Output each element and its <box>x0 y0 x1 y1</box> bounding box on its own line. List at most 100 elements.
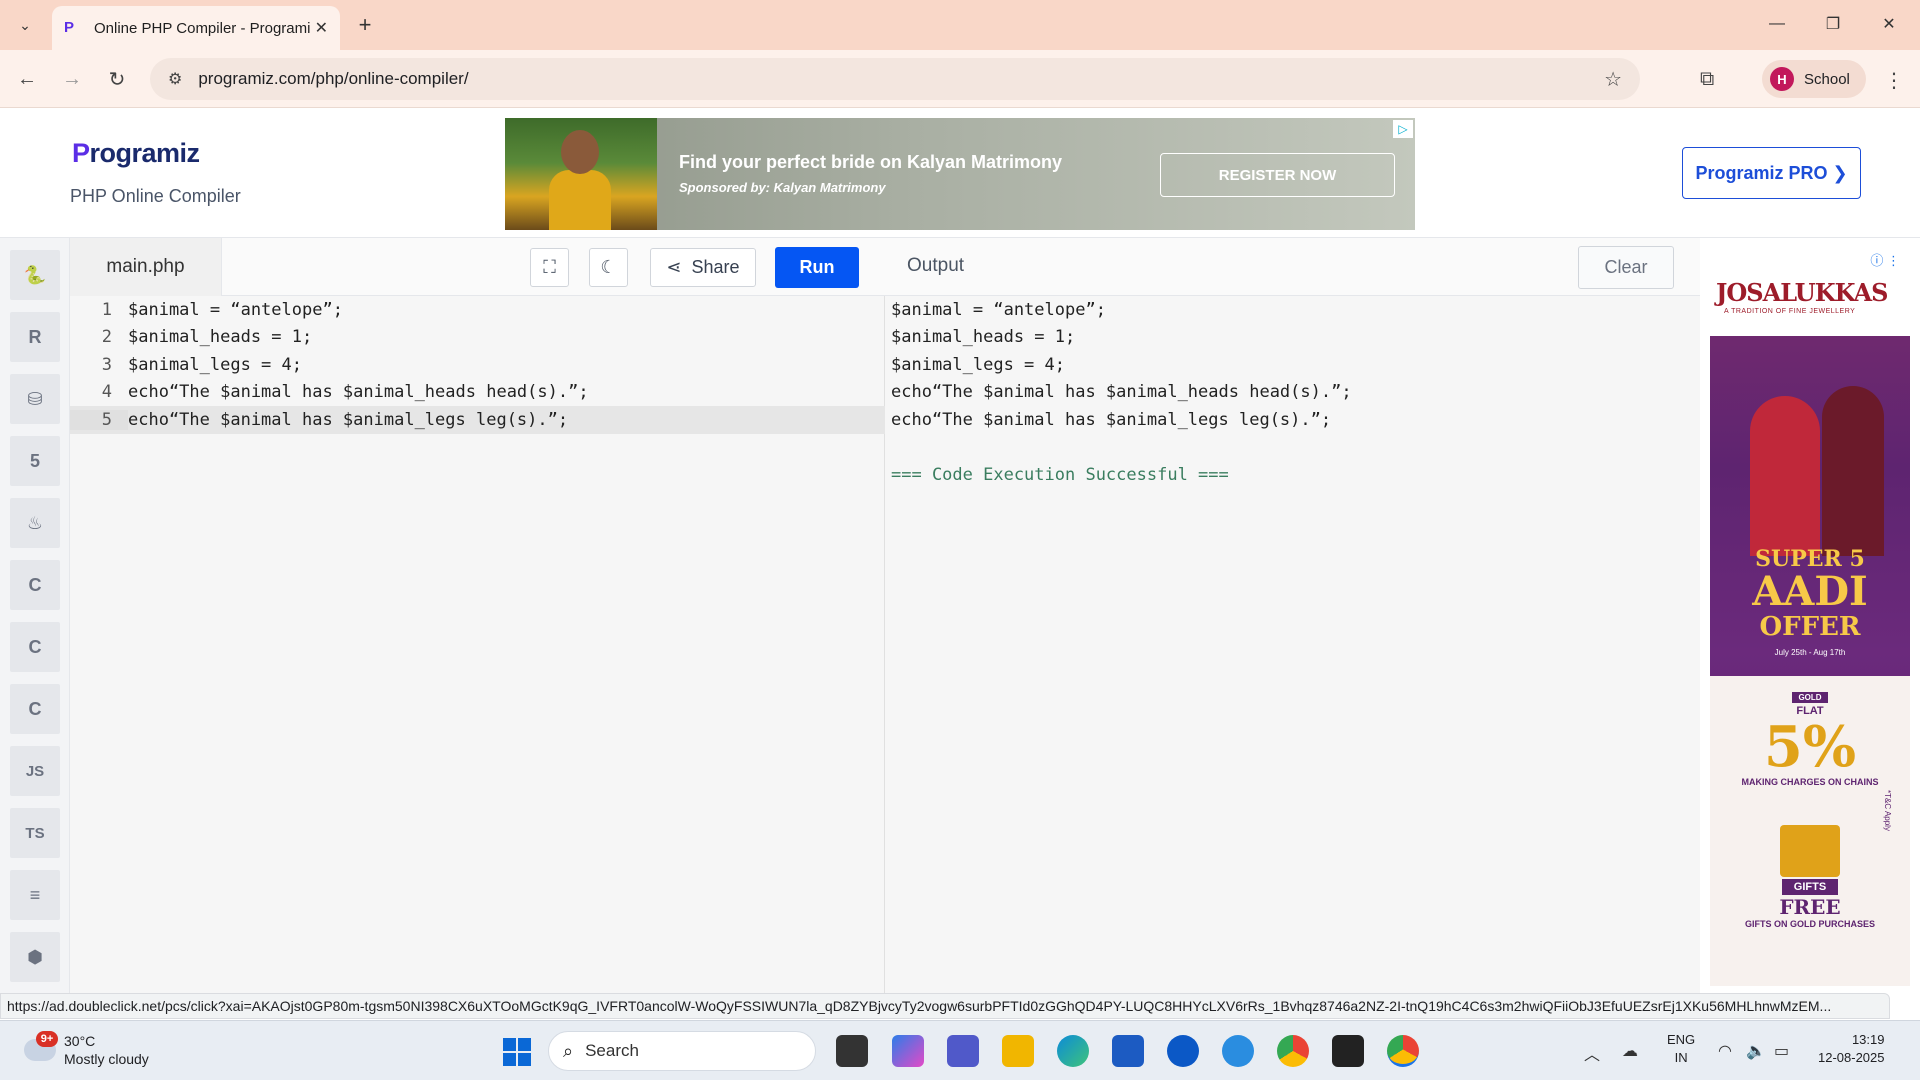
run-button[interactable]: Run <box>775 247 859 288</box>
restore-icon[interactable]: ❐ <box>1810 8 1856 40</box>
ad-register-button[interactable]: REGISTER NOW <box>1160 153 1395 197</box>
clear-button[interactable]: Clear <box>1578 246 1674 289</box>
battery-icon[interactable]: ▭ <box>1774 1041 1789 1061</box>
editor-pane: main.php ⛶ ☾ ⋖ Share Run 1 $animal = “an… <box>70 238 885 993</box>
new-tab-plus-icon[interactable]: + <box>350 10 380 40</box>
file-tab[interactable]: main.php <box>70 238 222 296</box>
wifi-icon[interactable]: ◠ <box>1718 1041 1732 1061</box>
banner-ad[interactable]: Find your perfect bride on Kalyan Matrim… <box>505 118 1415 230</box>
python-icon[interactable]: 🐍 <box>10 250 60 300</box>
file-explorer-icon[interactable] <box>1002 1035 1034 1067</box>
browser-toolbar: ← → ↻ ⚙ programiz.com/php/online-compile… <box>0 50 1920 108</box>
window-close-icon[interactable]: ✕ <box>1866 8 1912 40</box>
cloud-sync-icon[interactable]: ☁ <box>1622 1041 1638 1061</box>
edge-icon[interactable] <box>1057 1035 1089 1067</box>
ad-model-woman <box>1750 396 1820 556</box>
site-info-icon[interactable]: ⚙ <box>168 69 182 89</box>
hp-icon[interactable] <box>1167 1035 1199 1067</box>
forward-arrow-icon[interactable]: → <box>55 62 89 96</box>
ad-offer: SUPER 5 AADI OFFER July 25th - Aug 17th <box>1752 546 1868 657</box>
taskbar-search-label: Search <box>585 1041 639 1060</box>
minimize-icon[interactable]: — <box>1754 8 1800 40</box>
code-text[interactable]: echo“The $animal has $animal_legs leg(s)… <box>128 410 568 430</box>
r-icon[interactable]: R <box>10 312 60 362</box>
address-url[interactable]: programiz.com/php/online-compiler/ <box>198 69 468 89</box>
search-icon: ⌕ <box>563 1040 574 1061</box>
code-text[interactable]: $animal_legs = 4; <box>128 355 302 375</box>
cpp-icon[interactable]: C <box>10 622 60 672</box>
language-sidebar: 🐍 R ⛁ 5 ♨ C C C JS TS ≡ ⬢ <box>0 238 70 993</box>
ad-info-icon[interactable]: ⓘ ⋮ <box>1870 250 1900 269</box>
store-icon[interactable] <box>1112 1035 1144 1067</box>
html-icon[interactable]: 5 <box>10 436 60 486</box>
browser-tab-active[interactable]: P Online PHP Compiler - Programiz ✕ <box>52 6 340 50</box>
site-header: Programiz PHP Online Compiler Find your … <box>0 108 1920 238</box>
code-text[interactable]: $animal_heads = 1; <box>128 327 312 347</box>
php-icon[interactable]: ⬢ <box>10 932 60 982</box>
output-pane: Output Clear $animal = “antelope”; $anim… <box>885 238 1700 993</box>
c-icon[interactable]: C <box>10 560 60 610</box>
programiz-logo[interactable]: Programiz <box>72 138 200 169</box>
programiz-pro-button[interactable]: Programiz PRO ❯ <box>1682 147 1861 199</box>
tab-search-chevron-icon[interactable]: ⌄ <box>10 10 40 40</box>
code-line-active[interactable]: 5 echo“The $animal has $animal_legs leg(… <box>70 406 885 434</box>
ad-tagline: A TRADITION OF FINE JEWELLERY <box>1724 308 1856 315</box>
side-ad[interactable]: JOSALUKKAS A TRADITION OF FINE JEWELLERY… <box>1710 246 1910 986</box>
dark-mode-moon-icon[interactable]: ☾ <box>589 248 628 287</box>
output-line: $animal_legs = 4; <box>891 354 1065 375</box>
task-view-icon[interactable] <box>836 1035 868 1067</box>
weather-condition: Mostly cloudy <box>64 1051 149 1067</box>
share-label: Share <box>691 257 740 277</box>
page-subtitle: PHP Online Compiler <box>70 186 241 206</box>
address-bar[interactable]: ⚙ programiz.com/php/online-compiler/ ☆ <box>150 58 1640 100</box>
code-line[interactable]: 1 $animal = “antelope”; <box>70 296 885 324</box>
go-icon[interactable]: ≡ <box>10 870 60 920</box>
browser-menu-icon[interactable]: ⋮ <box>1884 68 1904 93</box>
ad-sponsor: Sponsored by: Kalyan Matrimony <box>679 180 886 195</box>
js-icon[interactable]: JS <box>10 746 60 796</box>
line-number: 4 <box>101 382 112 403</box>
code-editor[interactable]: 1 $animal = “antelope”; 2 $animal_heads … <box>70 296 885 993</box>
avatar: H <box>1770 67 1794 91</box>
code-line[interactable]: 2 $animal_heads = 1; <box>70 324 885 352</box>
ad-photo <box>505 118 657 230</box>
sticky-notes-icon[interactable] <box>1332 1035 1364 1067</box>
output-line: echo“The $animal has $animal_legs leg(s)… <box>891 409 1332 430</box>
copilot-icon[interactable] <box>892 1035 924 1067</box>
ts-icon[interactable]: TS <box>10 808 60 858</box>
adchoices-icon[interactable]: ▷ <box>1393 120 1413 138</box>
weather-widget[interactable]: 9+ 30°C Mostly cloudy <box>24 1031 184 1073</box>
taskbar-search[interactable]: ⌕ Search <box>548 1031 816 1071</box>
weather-temperature: 30°C <box>64 1033 96 1049</box>
bookmark-star-icon[interactable]: ☆ <box>1604 67 1622 92</box>
java-icon[interactable]: ♨ <box>10 498 60 548</box>
csharp-icon[interactable]: C <box>10 684 60 734</box>
profile-button[interactable]: H School <box>1762 60 1866 98</box>
back-arrow-icon[interactable]: ← <box>10 62 44 96</box>
tab-close-icon[interactable]: ✕ <box>315 18 328 38</box>
help-icon[interactable] <box>1222 1035 1254 1067</box>
code-text[interactable]: $animal = “antelope”; <box>128 300 343 320</box>
line-number: 5 <box>70 409 128 430</box>
code-text[interactable]: echo“The $animal has $animal_heads head(… <box>128 382 589 402</box>
windows-start-icon[interactable] <box>503 1038 531 1066</box>
code-line[interactable]: 4 echo“The $animal has $animal_heads hea… <box>70 379 885 407</box>
code-line[interactable]: 3 $animal_legs = 4; <box>70 351 885 379</box>
profile-name: School <box>1804 70 1850 88</box>
ad-lower-panel: GOLD FLAT 5% MAKING CHARGES ON CHAINS GI… <box>1710 676 1910 986</box>
sql-icon[interactable]: ⛁ <box>10 374 60 424</box>
output-line: $animal_heads = 1; <box>891 327 1076 348</box>
system-clock[interactable]: 13:19 12-08-2025 <box>1818 1031 1885 1067</box>
extensions-puzzle-icon[interactable]: ⧉ <box>1700 68 1714 91</box>
windows-taskbar: 9+ 30°C Mostly cloudy ⌕ Search ︿ ☁ ENG I… <box>0 1020 1920 1080</box>
teams-icon[interactable] <box>947 1035 979 1067</box>
tray-overflow-chevron-icon[interactable]: ︿ <box>1584 1041 1600 1065</box>
volume-icon[interactable]: 🔈 <box>1746 1041 1766 1061</box>
fullscreen-icon[interactable]: ⛶ <box>530 248 569 287</box>
reload-icon[interactable]: ↻ <box>100 62 134 96</box>
link-status-bar: https://ad.doubleclick.net/pcs/click?xai… <box>0 993 1890 1019</box>
share-button[interactable]: ⋖ Share <box>650 248 756 287</box>
input-language[interactable]: ENG IN <box>1667 1031 1695 1067</box>
chrome-profile-icon[interactable] <box>1387 1035 1419 1067</box>
chrome-icon[interactable] <box>1277 1035 1309 1067</box>
